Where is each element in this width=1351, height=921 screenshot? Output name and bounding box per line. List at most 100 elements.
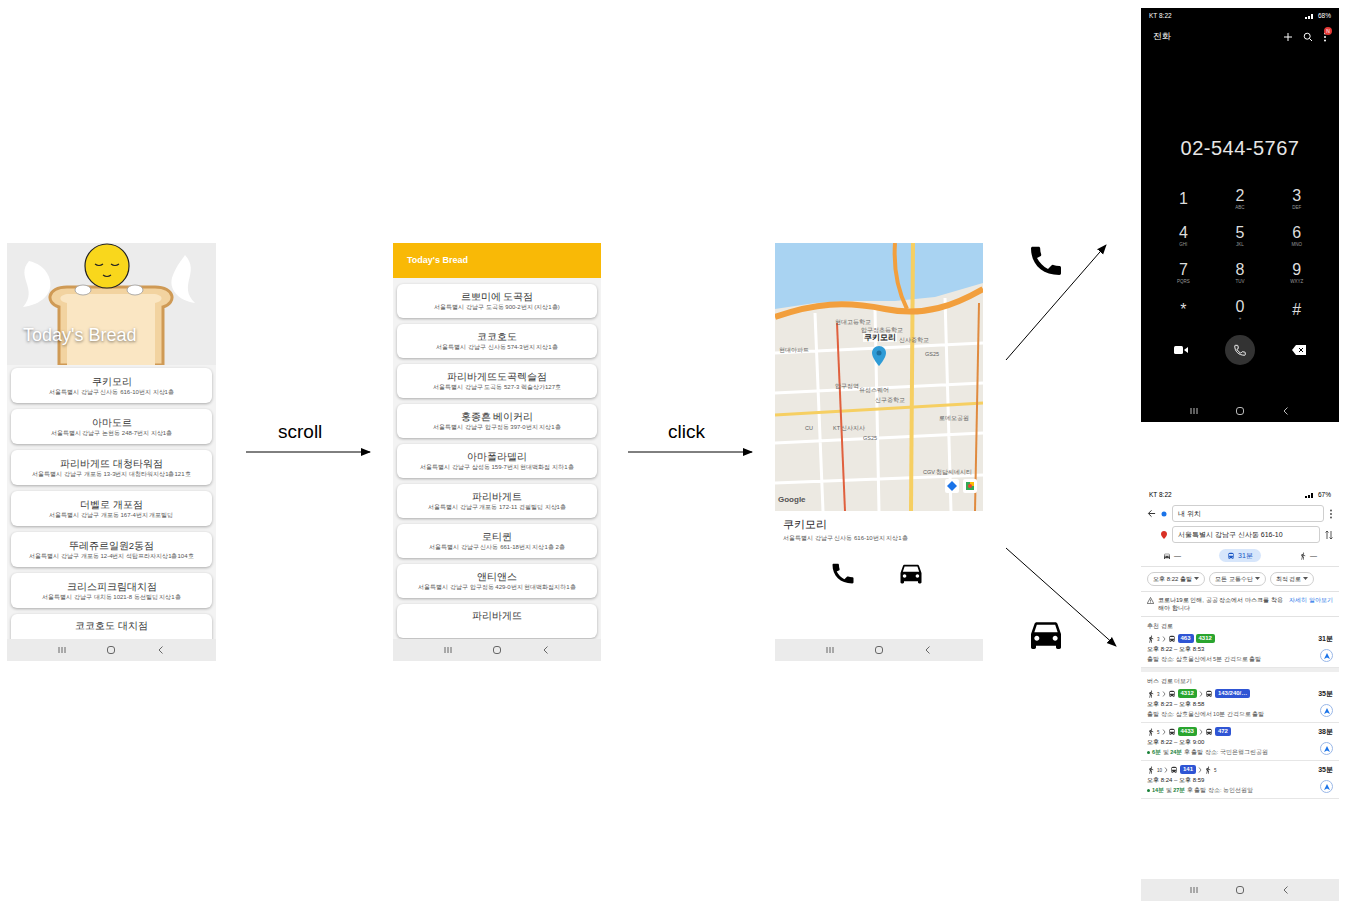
keypad-key[interactable]: 7PQRS (1155, 254, 1212, 291)
home-icon[interactable] (492, 645, 502, 655)
bakery-card[interactable]: 로티퀸서울특별시 강남구 신사동 661-18번지 지상1층 2층 (397, 524, 597, 558)
route-option[interactable]: 34634312오후 8:22 – 오후 8:53출발 장소: 삼호물산에서 5… (1141, 630, 1339, 668)
start-navigation[interactable] (1320, 780, 1333, 793)
navigation-arrow-icon[interactable] (1324, 784, 1330, 790)
directions-icon[interactable] (945, 479, 959, 493)
start-navigation[interactable] (1320, 742, 1333, 755)
route-time: 오후 8:23 – 오후 8:58 (1147, 700, 1314, 708)
navigation-arrow-icon[interactable] (1324, 746, 1330, 752)
location-pin-icon[interactable] (872, 346, 886, 366)
back-arrow-icon[interactable] (1147, 509, 1156, 518)
recent-apps-icon[interactable] (57, 645, 67, 655)
destination-field[interactable]: 서울특별시 강남구 신사동 616-10 (1172, 526, 1320, 543)
mode-tab[interactable]: — (1293, 549, 1323, 562)
status-bar: KT 8:2268% (1141, 8, 1339, 24)
search-icon[interactable] (1303, 32, 1313, 42)
walk-leg: 3 (1147, 635, 1160, 643)
back-icon[interactable] (541, 645, 551, 655)
bakery-card[interactable]: 파리바게뜨 (397, 604, 597, 638)
filter-chip[interactable]: 오후 8:22 출발 (1147, 572, 1205, 586)
recent-apps-icon[interactable] (1189, 406, 1199, 416)
keypad-key[interactable]: # (1268, 291, 1325, 328)
keypad-key[interactable]: 6MNO (1268, 217, 1325, 254)
bakery-card[interactable]: 크리스피크림대치점서울특별시 강남구 대치동 1021-8 동선빌딩 지상1층 (11, 573, 212, 608)
bakery-card[interactable]: 홍종흔 베이커리서울특별시 강남구 압구정동 397-0번지 지상1층 (397, 404, 597, 438)
more-menu[interactable]: N (1323, 32, 1327, 42)
bakery-card[interactable]: 파리바게트서울특별시 강남구 개포동 172-11 경필빌딩 지상1층 (397, 484, 597, 518)
departure-part: 14분 (1152, 787, 1164, 793)
key-digit: 2 (1236, 187, 1245, 205)
recent-apps-icon[interactable] (443, 645, 453, 655)
keypad-key[interactable]: 8TUV (1212, 254, 1269, 291)
start-navigation[interactable] (1320, 649, 1333, 662)
car-icon[interactable] (897, 559, 925, 587)
directions-button[interactable] (897, 559, 925, 587)
video-call-icon[interactable] (1174, 345, 1188, 355)
bakery-card[interactable]: 앤티앤스서울특별시 강남구 압구정동 429-0번지 현대백화점지하1층 (397, 564, 597, 598)
route-departure: 출발 장소: 삼호물산에서 10분 간격으로 출발 (1147, 710, 1314, 718)
call-button[interactable] (829, 559, 857, 587)
route-option[interactable]: 54433472오후 8:22 – 오후 9:006분 및 24분 후 출발 장… (1141, 723, 1339, 761)
more-icon[interactable] (1329, 509, 1333, 519)
map[interactable]: 현대고등학교압구정초등학교신사중학교현대아파트압구정역유성스퀘어신구중학교KT … (775, 243, 983, 511)
click-label: click (668, 420, 705, 444)
bus-leg: 4433 (1168, 727, 1197, 736)
back-icon[interactable] (923, 645, 933, 655)
map-label: GS25 (863, 435, 877, 442)
spacer (1141, 372, 1339, 400)
recent-apps-icon[interactable] (1189, 885, 1199, 895)
notice-link[interactable]: 자세히 알아보기 (1289, 596, 1333, 604)
phone-icon[interactable] (1233, 343, 1247, 357)
filter-chip[interactable]: 최적 경로 (1270, 572, 1315, 586)
departure-part: 및 (1164, 787, 1173, 793)
bakery-card[interactable]: 파리바게뜨도곡렉슬점서울특별시 강남구 도곡동 527-3 렉슬상가127호 (397, 364, 597, 398)
map-label: CGV 청담씨네시티 (923, 469, 972, 476)
recent-apps-icon[interactable] (825, 645, 835, 655)
mode-tab[interactable]: 31분 (1219, 549, 1261, 562)
home-icon[interactable] (1235, 885, 1245, 895)
bakery-card[interactable]: 아마폴라델리서울특별시 강남구 삼성동 159-7번지 현대백화점 지하1층 (397, 444, 597, 478)
google-maps-icon[interactable] (963, 479, 977, 493)
route-summary: 31분 (1318, 634, 1333, 662)
keypad-key[interactable]: 5JKL (1212, 217, 1269, 254)
phone-icon[interactable] (829, 559, 857, 587)
navigation-arrow-icon[interactable] (1324, 653, 1330, 659)
keypad-key[interactable]: 2ABC (1212, 180, 1269, 217)
bakery-card[interactable]: 아마도르서울특별시 강남구 논현동 248-7번지 지상1층 (11, 409, 212, 444)
route-option[interactable]: 34312143/240/…오후 8:23 – 오후 8:58출발 장소: 삼호… (1141, 685, 1339, 723)
keypad-key[interactable]: 9WXYZ (1268, 254, 1325, 291)
bakery-card[interactable]: 더벨로 개포점서울특별시 강남구 개포동 167-4번지 개포빌딩 (11, 491, 212, 526)
home-icon[interactable] (106, 645, 116, 655)
bakery-card[interactable]: 코코호도서울특별시 강남구 신사동 574-3번지 지상1층 (397, 324, 597, 358)
bakery-card[interactable]: 뚜레쥬르일원2동점서울특별시 강남구 개포동 12-4번지 석탑프라자지상1층1… (11, 532, 212, 567)
route-option[interactable]: 101415오후 8:24 – 오후 8:5914분 및 27분 후 출발 장소… (1141, 761, 1339, 799)
keypad-key[interactable]: 3DEF (1268, 180, 1325, 217)
walk-minutes: 10 (1157, 768, 1162, 774)
bakery-card[interactable]: 쿠키모리서울특별시 강남구 신사동 616-10번지 지상1층 (11, 368, 212, 403)
home-icon[interactable] (1235, 406, 1245, 416)
back-icon[interactable] (1281, 885, 1291, 895)
keypad-key[interactable]: 1 (1155, 180, 1212, 217)
back-icon[interactable] (1281, 406, 1291, 416)
bakery-card[interactable]: 코코호도 대치점 (11, 614, 212, 639)
place-info: 쿠키모리서울특별시 강남구 신사동 616-10번지 지상1층 (775, 511, 983, 639)
swap-icon[interactable] (1325, 530, 1333, 540)
call-button[interactable] (1225, 335, 1255, 365)
start-navigation[interactable] (1320, 704, 1333, 717)
navigation-arrow-icon[interactable] (1324, 708, 1330, 714)
departure-part: 6분 (1152, 749, 1161, 755)
bakery-card[interactable]: 르뽀미에 도곡점서울특별시 강남구 도곡동 900-2번지 (지상1층) (397, 284, 597, 318)
route-time: 오후 8:22 – 오후 8:53 (1147, 645, 1314, 653)
keypad-key[interactable]: 4GHI (1155, 217, 1212, 254)
keypad-key[interactable]: * (1155, 291, 1212, 328)
bakery-card[interactable]: 파리바게뜨 대청타워점서울특별시 강남구 개포동 13-3번지 대청타워지상1층… (11, 450, 212, 485)
spacer (1141, 799, 1339, 879)
mode-tab[interactable]: — (1157, 549, 1187, 562)
keypad-key[interactable]: 0+ (1212, 291, 1269, 328)
origin-field[interactable]: 내 위치 (1172, 505, 1324, 522)
back-icon[interactable] (156, 645, 166, 655)
filter-chip[interactable]: 모든 교통수단 (1209, 572, 1266, 586)
backspace-icon[interactable] (1292, 345, 1306, 355)
home-icon[interactable] (874, 645, 884, 655)
add-icon[interactable] (1283, 32, 1293, 42)
